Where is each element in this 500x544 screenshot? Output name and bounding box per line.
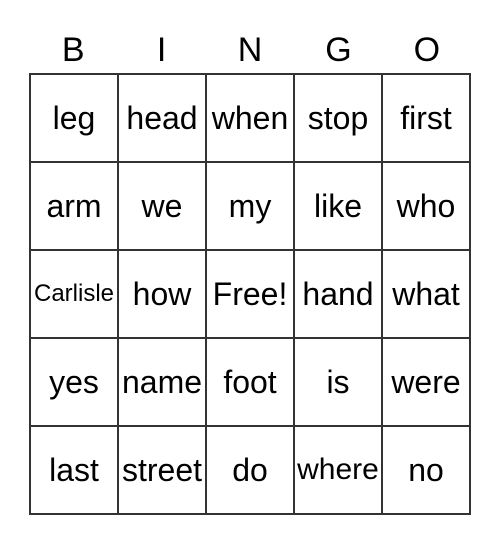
header-letter-n: N: [237, 31, 263, 69]
bingo-cell: street: [118, 426, 206, 514]
cell-word: yes: [49, 363, 99, 400]
cell-word: what: [392, 275, 460, 312]
cell-word: where: [297, 453, 379, 486]
bingo-cell: Carlisle: [30, 250, 118, 338]
bingo-header: B I N G O: [29, 28, 471, 72]
bingo-grid: leg head when stop first arm we my like who Carlis…: [29, 73, 471, 515]
bingo-cell: my: [206, 162, 294, 250]
cell-word: street: [121, 451, 203, 488]
bingo-cell: hand: [294, 250, 382, 338]
cell-word: do: [232, 451, 268, 488]
cell-word: is: [326, 363, 350, 400]
cell-word: first: [400, 99, 452, 136]
bingo-cell: name: [118, 338, 206, 426]
cell-word: name: [121, 363, 203, 400]
bingo-cell: who: [382, 162, 470, 250]
header-letter-i: I: [156, 31, 167, 69]
bingo-cell: what: [382, 250, 470, 338]
bingo-cell: arm: [30, 162, 118, 250]
bingo-cell: no: [382, 426, 470, 514]
header-letter-g: G: [325, 31, 352, 69]
bingo-cell: when: [206, 74, 294, 162]
cell-word: we: [141, 187, 183, 224]
bingo-cell: leg: [30, 74, 118, 162]
bingo-cell: do: [206, 426, 294, 514]
cell-word: last: [49, 451, 99, 488]
cell-word: arm: [46, 187, 102, 224]
bingo-cell: head: [118, 74, 206, 162]
cell-word: my: [228, 187, 272, 224]
header-letter-b: B: [61, 31, 85, 69]
bingo-cell: yes: [30, 338, 118, 426]
bingo-cell: we: [118, 162, 206, 250]
bingo-cell: like: [294, 162, 382, 250]
cell-word: leg: [52, 99, 96, 136]
cell-word: Free!: [212, 275, 288, 312]
bingo-cell: foot: [206, 338, 294, 426]
cell-word: like: [313, 187, 362, 224]
cell-word: how: [132, 275, 192, 312]
bingo-cell: last: [30, 426, 118, 514]
bingo-cell: Free!: [206, 250, 294, 338]
bingo-cell: were: [382, 338, 470, 426]
cell-word: no: [408, 451, 444, 488]
cell-word: stop: [307, 99, 369, 136]
cell-word: who: [396, 187, 456, 224]
cell-word: were: [391, 363, 461, 400]
cell-word: Carlisle: [33, 280, 114, 307]
bingo-cell: stop: [294, 74, 382, 162]
header-letter-o: O: [413, 31, 441, 69]
cell-word: when: [211, 99, 289, 136]
bingo-cell: where: [294, 426, 382, 514]
cell-word: hand: [302, 275, 374, 312]
cell-word: foot: [223, 363, 277, 400]
cell-word: head: [126, 99, 198, 136]
bingo-cell: is: [294, 338, 382, 426]
bingo-cell: first: [382, 74, 470, 162]
bingo-cell: how: [118, 250, 206, 338]
